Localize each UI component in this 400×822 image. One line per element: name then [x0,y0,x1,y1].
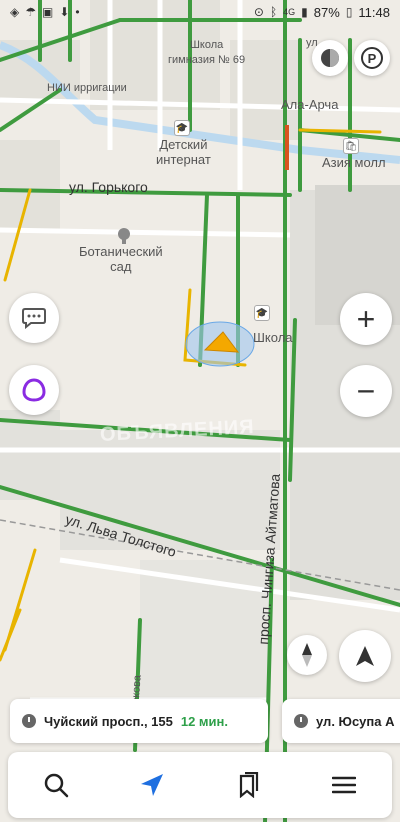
shopping-poi-icon[interactable]: 🛍 [343,138,359,154]
search-icon [44,773,69,798]
battery-level: 87% [313,4,340,20]
more-dots-icon: • [75,5,80,19]
plus-icon: + [356,301,376,337]
battery-icon: ▯ [345,5,353,19]
bottom-navigation [8,752,392,818]
navigation-icon [141,774,163,796]
map-notification-icon: ◈ [10,5,20,19]
image-icon: ▣ [42,5,54,19]
map-label-ala-archa: Ала-Арча [281,97,339,112]
status-right: ⊙ ᛒ 4G ▮ 87% ▯ 11:48 [254,5,390,20]
clock-time: 11:48 [358,4,390,20]
street-label-gorky: ул. Горького [69,179,148,195]
chat-button[interactable] [9,293,59,343]
route-eta: 12 мин. [180,713,229,729]
alice-icon [22,378,46,402]
chat-icon [22,308,46,329]
route-card-yusup[interactable]: ул. Юсупа А [282,699,400,743]
layers-icon [321,49,339,67]
map-label-school: Школа [253,330,293,345]
layers-button[interactable] [312,40,348,76]
download-icon: ⬇ [59,5,70,19]
parking-button[interactable]: P [354,40,390,76]
hamburger-menu-icon [332,776,356,794]
bluetooth-icon: ᛒ [269,5,278,19]
minus-icon: − [356,373,376,409]
clock-icon [22,714,36,728]
navigation-arrow-icon [356,646,374,666]
location-icon: ⊙ [253,5,264,19]
route-card-chuy[interactable]: Чуйский просп., 155 12 мин. [10,699,268,743]
school-poi-icon[interactable]: 🎓 [174,120,190,136]
signal-icon: ▮ [301,5,308,19]
bookmarks-button[interactable] [218,755,278,815]
map-label-asia-mall: Азия молл [322,155,386,170]
menu-button[interactable] [314,755,374,815]
alice-assistant-button[interactable] [9,365,59,415]
my-location-button[interactable] [339,630,391,682]
compass-icon [302,643,312,667]
network-type: 4G [283,6,296,17]
status-bar: ◈ ☂ ▣ ⬇ • ⊙ ᛒ 4G ▮ 87% ▯ 11:48 [0,0,400,24]
parking-icon: P [361,47,383,69]
status-left: ◈ ☂ ▣ ⬇ • [10,6,80,18]
navigator-button[interactable] [122,755,182,815]
bookmarks-icon [239,772,259,798]
search-button[interactable] [26,755,86,815]
umbrella-icon: ☂ [25,5,36,19]
zoom-in-button[interactable]: + [340,293,392,345]
clock-icon [294,714,308,728]
zoom-out-button[interactable]: − [340,365,392,417]
map-label-botanical-garden: Ботанический сад [79,244,163,274]
map-label-school-69: Школа гимназия № 69 [168,39,246,66]
map-label-nii: НИИ ирригации [47,82,127,94]
school-poi-icon-2[interactable]: 🎓 [254,305,270,321]
route-destination: ул. Юсупа А [316,713,395,729]
compass-button[interactable] [287,635,327,675]
route-destination: Чуйский просп., 155 [44,713,173,729]
map-label-kindergarten: Детский интернат [156,137,211,167]
